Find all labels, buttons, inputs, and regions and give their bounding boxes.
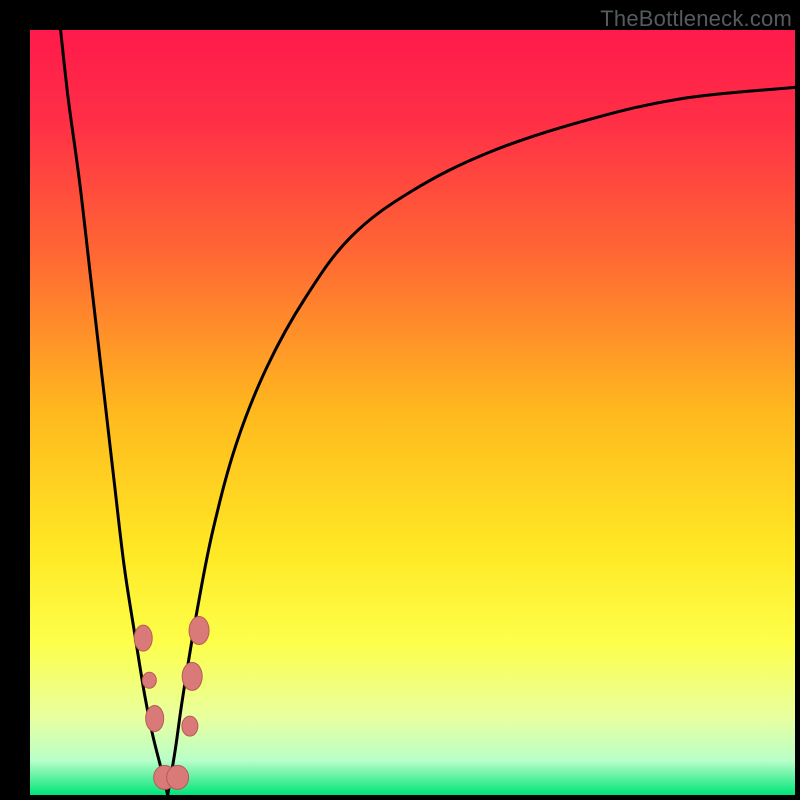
data-point-7 [189, 617, 209, 645]
data-point-6 [182, 662, 202, 690]
data-point-5 [182, 716, 198, 736]
data-point-0 [134, 625, 152, 651]
plot-area [30, 30, 795, 795]
attribution-label: TheBottleneck.com [600, 6, 792, 32]
chart-frame: TheBottleneck.com [0, 0, 800, 800]
plot-svg [30, 30, 795, 795]
data-point-4 [167, 765, 189, 789]
data-point-2 [146, 706, 164, 732]
data-point-1 [142, 672, 156, 688]
